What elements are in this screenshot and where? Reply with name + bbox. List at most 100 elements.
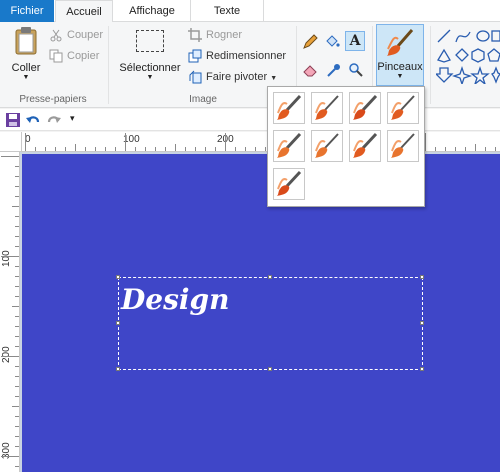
- star6-shape-icon: [491, 66, 500, 84]
- marker-option[interactable]: [349, 130, 381, 162]
- resize-icon: [188, 49, 202, 63]
- brush-icon: [353, 94, 378, 120]
- airbrush-option[interactable]: [387, 92, 419, 124]
- ruler-tick: [15, 246, 19, 247]
- redo-icon[interactable]: [46, 112, 62, 128]
- select-button[interactable]: Sélectionner ▼: [114, 26, 186, 88]
- resize-handle[interactable]: [420, 321, 424, 325]
- natural-pencil-option[interactable]: [387, 130, 419, 162]
- ruler-tick: [435, 147, 436, 151]
- tab-home[interactable]: Accueil: [55, 0, 113, 23]
- ruler-tick: [455, 147, 456, 151]
- cut-button[interactable]: Couper: [49, 26, 103, 44]
- ruler-label: 300: [1, 442, 12, 459]
- oval-shape-icon: [476, 30, 490, 42]
- brush-icon: [353, 132, 378, 158]
- brush-icon: [391, 133, 415, 158]
- watercolor-brush-option[interactable]: [273, 168, 305, 200]
- ruler-tick: [195, 147, 196, 151]
- ribbon-tabs: Fichier Accueil Affichage Texte: [0, 0, 500, 23]
- paste-dropdown-icon[interactable]: ▼: [6, 74, 46, 81]
- text-tool-icon[interactable]: A: [345, 31, 365, 51]
- resize-handle[interactable]: [116, 275, 120, 279]
- calligraphy-brush-2-option[interactable]: [349, 92, 381, 124]
- ruler-tick: [95, 147, 96, 151]
- fill-bucket-icon[interactable]: [324, 34, 340, 50]
- pencil-icon[interactable]: [302, 34, 318, 50]
- rotate-button[interactable]: Faire pivoter ▼: [188, 68, 277, 86]
- copy-button[interactable]: Copier: [49, 47, 99, 65]
- ruler-tick: [15, 236, 19, 237]
- resize-handle[interactable]: [268, 275, 272, 279]
- ruler-tick: [15, 426, 19, 427]
- ruler-tick: [155, 147, 156, 151]
- magnifier-icon[interactable]: [348, 62, 364, 78]
- tab-file[interactable]: Fichier: [0, 0, 54, 22]
- clipboard-group-label: Presse-papiers: [19, 94, 87, 105]
- ruler-tick: [495, 147, 496, 151]
- shapes-gallery[interactable]: [436, 28, 500, 84]
- rotate-dropdown-icon[interactable]: ▼: [270, 75, 277, 82]
- group-separator: [430, 26, 431, 104]
- canvas-text[interactable]: Design: [121, 283, 229, 316]
- ruler-tick: [35, 147, 36, 151]
- customize-qat-icon[interactable]: ▾: [70, 113, 75, 124]
- ruler-tick: [15, 336, 19, 337]
- ruler-tick: [15, 446, 19, 447]
- resize-handle[interactable]: [116, 321, 120, 325]
- polygon-shape-icon: [437, 48, 451, 63]
- resize-handle[interactable]: [268, 367, 272, 371]
- ruler-tick: [15, 376, 19, 377]
- calligraphy-brush-1-option[interactable]: [311, 92, 343, 124]
- ruler-tick: [105, 147, 106, 151]
- rotate-label: Faire pivoter: [206, 71, 268, 83]
- tab-view[interactable]: Affichage: [114, 0, 190, 22]
- selection-rect-icon: [136, 30, 164, 52]
- ruler-label: 200: [1, 346, 12, 363]
- save-icon[interactable]: [5, 112, 21, 128]
- brush-icon: [277, 170, 302, 196]
- pentagon-shape-icon: [487, 48, 500, 62]
- brushes-button[interactable]: Pinceaux ▼: [376, 24, 424, 86]
- ruler-tick: [165, 147, 166, 151]
- resize-label: Redimensionner: [206, 50, 287, 62]
- ruler-tick: [145, 147, 146, 151]
- undo-icon[interactable]: [25, 112, 41, 128]
- ruler-tick: [15, 186, 19, 187]
- brush-option[interactable]: [273, 92, 305, 124]
- ruler-tick: [75, 144, 76, 151]
- color-picker-icon[interactable]: [326, 62, 342, 78]
- ruler-tick: [1, 256, 19, 257]
- ruler-tick: [115, 147, 116, 151]
- select-dropdown-icon[interactable]: ▼: [114, 74, 186, 81]
- paste-button[interactable]: Coller ▼: [6, 26, 46, 88]
- brushes-dropdown-icon[interactable]: ▼: [377, 73, 423, 80]
- ruler-tick: [475, 144, 476, 151]
- eraser-icon[interactable]: [302, 62, 318, 78]
- resize-button[interactable]: Redimensionner: [188, 47, 286, 65]
- cut-label: Couper: [67, 29, 104, 41]
- ruler-tick: [15, 166, 19, 167]
- resize-handle[interactable]: [420, 275, 424, 279]
- ruler-tick: [215, 147, 216, 151]
- crayon-option[interactable]: [311, 130, 343, 162]
- copy-label: Copier: [67, 50, 100, 62]
- ruler-tick: [1, 356, 19, 357]
- quick-access-toolbar: ▾: [0, 109, 500, 131]
- ruler-tick: [15, 316, 19, 317]
- brushes-label: Pinceaux: [377, 61, 423, 73]
- brush-icon: [391, 95, 415, 120]
- curve-shape-icon: [455, 31, 471, 43]
- resize-handle[interactable]: [420, 367, 424, 371]
- brush-icon: [315, 95, 339, 120]
- resize-handle[interactable]: [116, 367, 120, 371]
- crop-label: Rogner: [206, 29, 243, 41]
- clipboard-icon: [15, 27, 37, 55]
- tab-text[interactable]: Texte: [190, 0, 264, 22]
- ruler-tick: [15, 366, 19, 367]
- crop-button[interactable]: Rogner: [188, 26, 242, 44]
- brush-icon: [277, 132, 302, 158]
- ruler-tick: [15, 326, 19, 327]
- ruler-tick: [65, 147, 66, 151]
- oil-brush-option[interactable]: [273, 130, 305, 162]
